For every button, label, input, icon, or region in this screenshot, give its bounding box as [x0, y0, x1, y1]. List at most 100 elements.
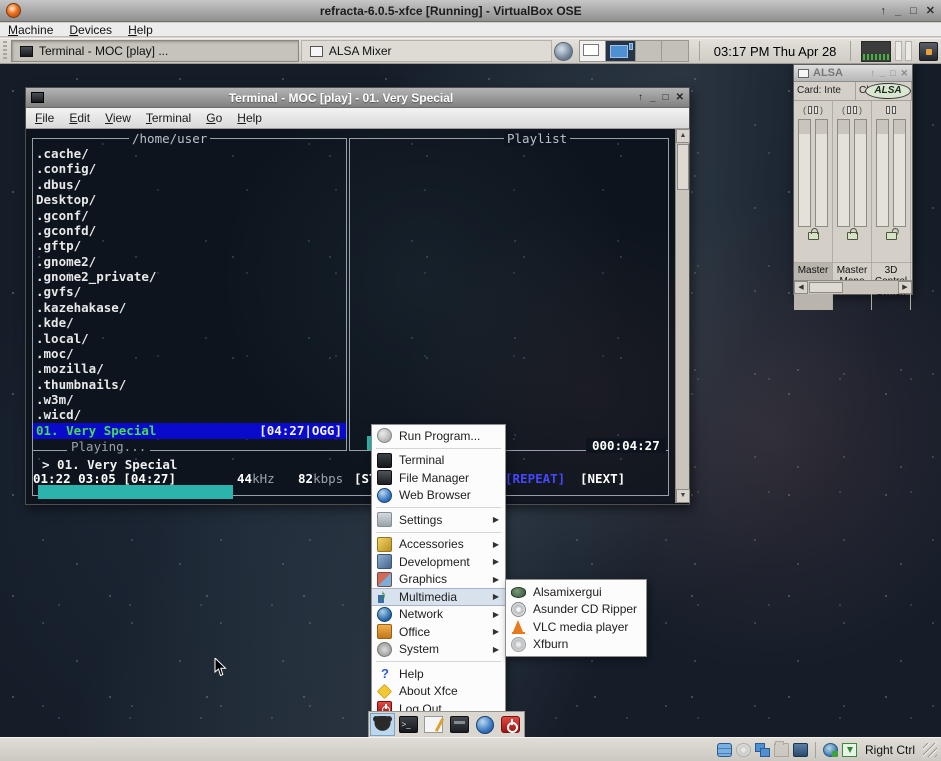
scroll-down-icon[interactable]: ▼	[676, 489, 690, 503]
taskbar-button-alsa-mixer[interactable]: ALSA Mixer	[301, 40, 552, 62]
file-entry[interactable]: .thumbnails/	[34, 377, 345, 392]
dock-file-manager-button[interactable]	[447, 713, 472, 736]
file-entry[interactable]: .gnome2_private/	[34, 269, 345, 284]
shade-button[interactable]: ↑	[638, 92, 643, 104]
cd-dvd-icon[interactable]	[736, 743, 751, 757]
hard-disk-icon[interactable]	[717, 743, 732, 757]
file-entry[interactable]: .w3m/	[34, 392, 345, 407]
lock-icon[interactable]	[808, 232, 819, 240]
screen-lock-icon[interactable]	[919, 42, 938, 61]
menu-item-about-xfce[interactable]: About Xfce	[372, 683, 505, 701]
panel-handle[interactable]	[3, 41, 7, 61]
file-entry[interactable]: .gftp/	[34, 238, 345, 253]
dock-terminal-button[interactable]: >_	[396, 713, 421, 736]
unlock-icon[interactable]	[886, 232, 897, 240]
menu-item-run-program[interactable]: Run Program...	[372, 427, 505, 445]
resize-grip[interactable]	[923, 743, 937, 757]
minimize-button[interactable]: _	[895, 4, 901, 18]
file-entry[interactable]: .gvfs/	[34, 284, 345, 299]
menu-item-accessories[interactable]: Accessories ▶	[372, 536, 505, 554]
shared-folders-icon[interactable]	[774, 743, 789, 757]
maximize-button[interactable]: □	[910, 4, 917, 18]
close-button[interactable]: ✕	[900, 68, 908, 79]
speaker-icon[interactable]: ()	[803, 101, 823, 119]
menu-item-help[interactable]: Help	[372, 665, 505, 683]
menu-help[interactable]: Help	[237, 111, 262, 125]
menu-go[interactable]: Go	[206, 111, 222, 125]
scrollbar-thumb[interactable]	[677, 144, 689, 190]
menu-item-settings[interactable]: Settings ▶	[372, 511, 505, 529]
menu-view[interactable]: View	[105, 111, 131, 125]
network-icon[interactable]	[755, 743, 770, 757]
volume-slider[interactable]	[815, 119, 828, 227]
file-entry[interactable]: .config/	[34, 161, 345, 176]
menu-item-asunder[interactable]: Asunder CD Ripper	[506, 601, 646, 619]
file-entry[interactable]: .moc/	[34, 346, 345, 361]
menu-item-file-manager[interactable]: File Manager	[372, 469, 505, 487]
vbox-titlebar[interactable]: refracta-6.0.5-xfce [Running] - VirtualB…	[0, 0, 941, 22]
lock-icon[interactable]	[847, 232, 858, 240]
menu-item-web-browser[interactable]: Web Browser	[372, 487, 505, 505]
workspace-pager[interactable]	[579, 40, 689, 62]
menu-terminal[interactable]: Terminal	[146, 111, 191, 125]
mouse-integration-icon[interactable]	[823, 743, 838, 757]
display-icon[interactable]	[793, 743, 808, 757]
moc-progress-bar[interactable]	[38, 485, 233, 499]
file-entry[interactable]: .cache/	[34, 146, 345, 161]
selected-track-row[interactable]: 01. Very Special [04:27|OGG]	[33, 423, 346, 439]
menu-item-office[interactable]: Office ▶	[372, 623, 505, 641]
file-entry[interactable]: .gconfd/	[34, 223, 345, 238]
menu-item-graphics[interactable]: Graphics ▶	[372, 571, 505, 589]
speaker-icon[interactable]	[886, 101, 896, 119]
menu-devices[interactable]: Devices	[69, 23, 112, 37]
terminal-titlebar[interactable]: Terminal - MOC [play] - 01. Very Special…	[26, 88, 689, 108]
dock-xfce-menu-button[interactable]	[370, 713, 395, 736]
maximize-button[interactable]: □	[890, 68, 895, 79]
menu-item-terminal[interactable]: Terminal	[372, 452, 505, 470]
workspace-2-active[interactable]	[606, 41, 636, 61]
close-button[interactable]: ✕	[926, 4, 935, 18]
file-entry[interactable]: .wicd/	[34, 407, 345, 422]
menu-item-vlc[interactable]: VLC media player	[506, 618, 646, 636]
workspace-4[interactable]	[662, 41, 688, 61]
file-entry[interactable]: .kazehakase/	[34, 300, 345, 315]
menu-item-system[interactable]: System ▶	[372, 641, 505, 659]
maximize-button[interactable]: □	[663, 92, 669, 104]
file-entry[interactable]: .kde/	[34, 315, 345, 330]
horizontal-scrollbar[interactable]: ◀ ▶	[794, 280, 912, 294]
auto-resize-icon[interactable]	[842, 743, 857, 757]
clock[interactable]: 03:17 PM Thu Apr 28	[706, 44, 845, 59]
terminal-scrollbar[interactable]: ▲ ▼	[675, 129, 689, 503]
scroll-up-icon[interactable]: ▲	[676, 129, 690, 143]
close-button[interactable]: ✕	[676, 92, 684, 104]
shade-button[interactable]: ↑	[871, 68, 876, 79]
file-entry[interactable]: Desktop/	[34, 192, 345, 207]
file-entry[interactable]: .dbus/	[34, 177, 345, 192]
workspace-1[interactable]	[580, 41, 606, 61]
menu-item-multimedia[interactable]: Multimedia ▶	[372, 588, 505, 606]
file-entry[interactable]: .local/	[34, 331, 345, 346]
scrollbar-thumb[interactable]	[809, 282, 843, 293]
volume-slider[interactable]	[876, 119, 889, 227]
menu-help[interactable]: Help	[128, 23, 153, 37]
volume-slider[interactable]	[837, 119, 850, 227]
menu-item-xfburn[interactable]: Xfburn	[506, 636, 646, 654]
shade-button[interactable]: ↑	[881, 4, 887, 18]
minimize-button[interactable]: _	[650, 92, 656, 104]
alsa-titlebar[interactable]: ALSA ↑ _ □ ✕	[794, 65, 912, 82]
file-entry[interactable]: .gnome2/	[34, 254, 345, 269]
volume-slider[interactable]	[798, 119, 811, 227]
file-entry[interactable]: .gconf/	[34, 208, 345, 223]
file-entry[interactable]: .mozilla/	[34, 361, 345, 376]
menu-file[interactable]: File	[35, 111, 54, 125]
dock-text-editor-button[interactable]	[421, 713, 446, 736]
menu-item-alsamixergui[interactable]: Alsamixergui	[506, 583, 646, 601]
scroll-left-icon[interactable]: ◀	[794, 281, 808, 294]
speaker-icon[interactable]: ()	[842, 101, 862, 119]
menu-edit[interactable]: Edit	[69, 111, 90, 125]
volume-slider[interactable]	[854, 119, 867, 227]
volume-icon[interactable]	[554, 42, 573, 61]
workspace-3[interactable]	[636, 41, 662, 61]
dock-log-out-button[interactable]	[498, 713, 523, 736]
menu-item-network[interactable]: Network ▶	[372, 606, 505, 624]
